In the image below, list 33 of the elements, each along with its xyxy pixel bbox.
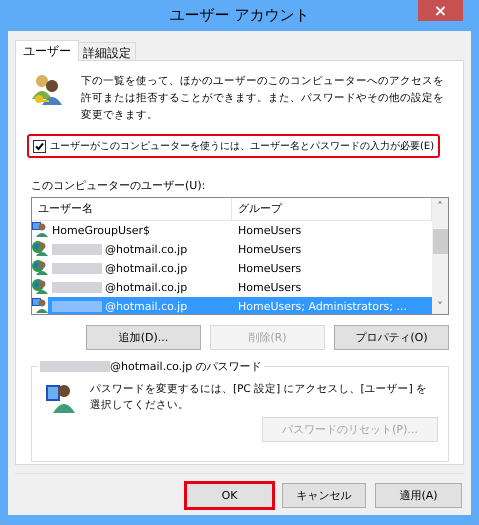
scroll-up-button[interactable]: ˄ [437, 198, 443, 214]
window-title: ユーザー アカウント [170, 6, 310, 25]
scrollbar-thumb[interactable] [432, 228, 448, 254]
group-cell[interactable]: HomeUsers [232, 221, 432, 240]
users-icon [31, 73, 63, 107]
user-icon [32, 259, 48, 275]
tab[interactable]: 詳細設定 [78, 42, 136, 60]
user-icon [32, 221, 48, 237]
user-name-cell[interactable]: @hotmail.co.jp [48, 259, 232, 278]
description-text: 下の一覧を使って、ほかのユーザーのこのコンピューターへのアクセスを許可または拒否することができます。また、パスワードやその他の設定を変更できます。 [81, 74, 445, 123]
group-cell[interactable]: HomeUsers [232, 240, 432, 259]
checkbox[interactable] [33, 140, 46, 152]
user-icon [32, 278, 48, 294]
group-title: @hotmail.co.jp のパスワード [38, 359, 264, 374]
scroll-down-button[interactable]: ˅ [437, 298, 443, 314]
user-name-cell[interactable]: @hotmail.co.jp [48, 278, 232, 297]
tab[interactable]: ユーザー [15, 40, 79, 61]
column-header[interactable]: ユーザー名 [32, 198, 232, 220]
group-cell[interactable]: HomeUsers [232, 259, 432, 278]
user-name-cell[interactable]: @hotmail.co.jp [48, 240, 232, 259]
dialog-button[interactable]: キャンセル [282, 483, 366, 508]
close-button[interactable]: × [418, 0, 463, 21]
user-action-button[interactable]: 追加(D)... [86, 325, 201, 350]
user-name-cell[interactable]: HomeGroupUser$ [48, 221, 232, 240]
dialog-button[interactable]: OK [186, 483, 273, 508]
user-icon [32, 240, 48, 256]
user-action-button[interactable]: プロパティ(O) [334, 325, 449, 350]
users-list-label: このコンピューターのユーザー(U): [31, 178, 206, 193]
group-cell[interactable]: HomeUsers [232, 278, 432, 297]
password-info-text: パスワードを変更するには、[PC 設定] にアクセスし、[ユーザー] を選択してください。 [90, 382, 428, 413]
checkbox-label: ユーザーがこのコンピューターを使うには、ユーザー名とパスワードの入力が必要(E) [50, 140, 434, 153]
user-icon [32, 297, 48, 313]
dialog-button[interactable]: 適用(A) [375, 483, 462, 508]
